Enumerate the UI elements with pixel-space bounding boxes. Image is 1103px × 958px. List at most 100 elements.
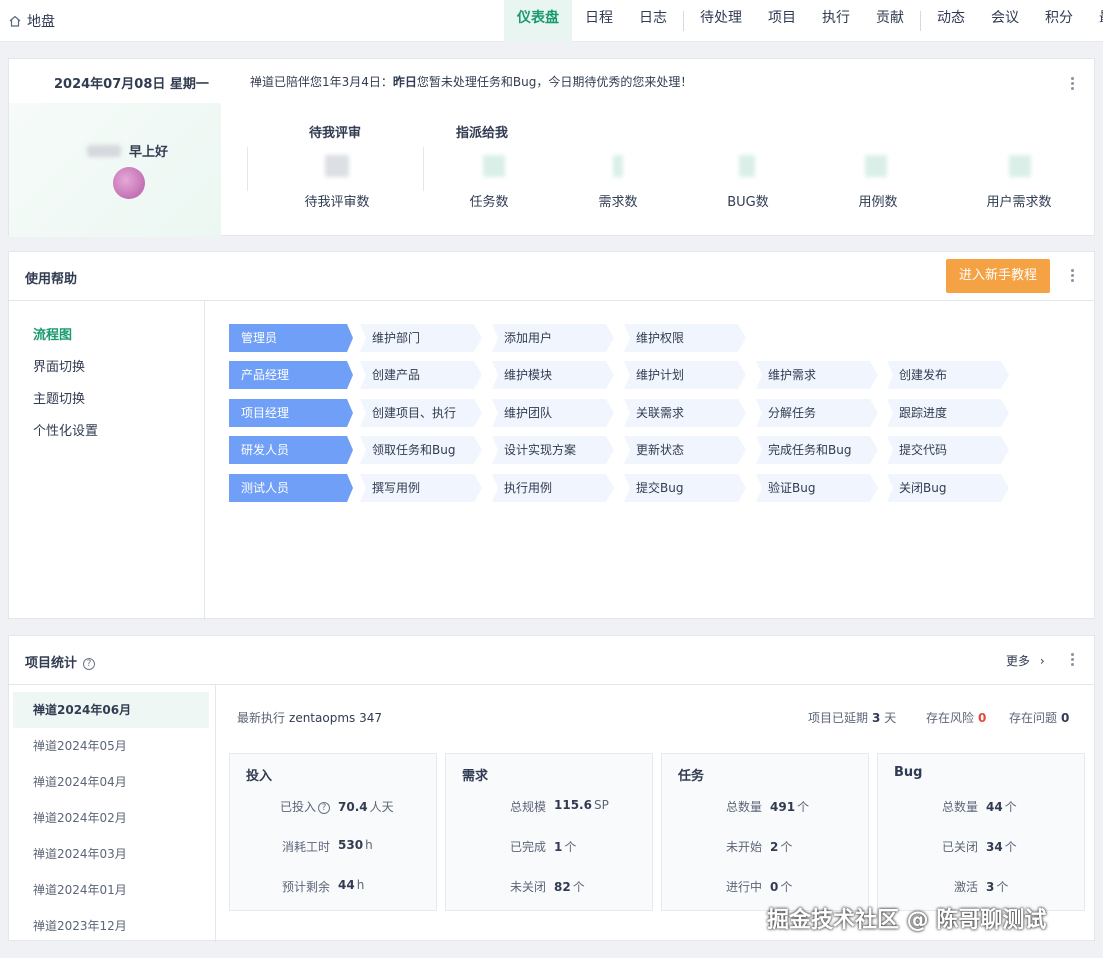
more-menu-icon[interactable] (1071, 653, 1075, 666)
flow-step[interactable]: 领取任务和Bug (360, 436, 482, 464)
nav-meeting[interactable]: 会议 (978, 0, 1032, 42)
card-row-label: 消耗工时 (281, 840, 330, 854)
tutorial-button[interactable]: 进入新手教程 (946, 259, 1050, 293)
top-bar: 地盘 仪表盘 日程 日志 待处理 项目 执行 贡献 动态 会议 积分 最 (0, 0, 1103, 42)
help-icon[interactable]: ? (83, 658, 96, 670)
flow-step[interactable]: 撰写用例 (360, 474, 482, 502)
task-card: 任务 总数量 491 个 未开始 2个 进行中 0个 (661, 753, 869, 911)
nav-dynamic[interactable]: 动态 (924, 0, 978, 42)
help-menu-ui-switch[interactable]: 界面切换 (33, 356, 85, 375)
flow-step[interactable]: 维护需求 (756, 361, 878, 389)
avatar[interactable] (113, 167, 145, 199)
flow-step[interactable]: 完成任务和Bug (756, 436, 878, 464)
project-item[interactable]: 禅道2024年04月 (13, 764, 209, 800)
card-title: Bug (894, 765, 923, 780)
greeting: 早上好 (87, 141, 168, 160)
project-item[interactable]: 禅道2024年01月 (13, 872, 209, 908)
user-name-blurred (87, 144, 121, 157)
flow-step[interactable]: 维护计划 (624, 361, 746, 389)
flow-step[interactable]: 提交Bug (624, 474, 746, 502)
flow-step[interactable]: 维护部门 (360, 324, 482, 352)
flow-step[interactable]: 更新状态 (624, 436, 746, 464)
flow-step[interactable]: 提交代码 (887, 436, 1009, 464)
help-title: 使用帮助 (25, 272, 78, 287)
project-item[interactable]: 禅道2023年12月 (13, 908, 209, 944)
nav-contribution[interactable]: 贡献 (863, 0, 917, 42)
card-row-label: 未开始 (725, 840, 762, 854)
card-row-label: 进行中 (725, 880, 762, 894)
project-list: 禅道2024年06月 禅道2024年05月 禅道2024年04月 禅道2024年… (9, 685, 216, 942)
help-menu-theme-switch[interactable]: 主题切换 (33, 388, 85, 407)
card-row-value: 530 h (338, 838, 373, 852)
greeting-text: 早上好 (129, 145, 169, 160)
home-label: 地盘 (27, 14, 55, 30)
stat-label-bug: BUG数 (727, 195, 769, 210)
assign-title: 指派给我 (456, 126, 509, 141)
chevron-right-icon: › (1039, 654, 1045, 668)
home-link[interactable]: 地盘 (8, 11, 55, 31)
bug-count-blurred[interactable] (739, 155, 755, 177)
flow-step[interactable]: 创建产品 (360, 361, 482, 389)
card-row-value: 0个 (770, 880, 793, 894)
project-item[interactable]: 禅道2024年03月 (13, 836, 209, 872)
issue-label: 存在问题 (1009, 711, 1058, 725)
nav-dashboard[interactable]: 仪表盘 (504, 0, 572, 42)
flow-step[interactable]: 维护团队 (492, 399, 614, 427)
latest-execution-link[interactable]: zentaopms 347 (289, 711, 382, 725)
flow-step[interactable]: 关联需求 (624, 399, 746, 427)
more-menu-icon[interactable] (1071, 77, 1075, 90)
card-row-label: 激活 (953, 880, 978, 894)
current-date: 2024年07月08日 星期一 (54, 77, 209, 92)
review-count-blurred[interactable] (325, 155, 349, 177)
card-row-value: 115.6 SP (554, 798, 609, 812)
nav-project[interactable]: 项目 (755, 0, 809, 42)
help-menu-flowchart[interactable]: 流程图 (33, 324, 72, 343)
flow-step[interactable]: 维护权限 (624, 324, 746, 352)
flow-step[interactable]: 跟踪进度 (887, 399, 1009, 427)
card-row-value: 2个 (770, 840, 793, 854)
case-count-blurred[interactable] (865, 155, 887, 177)
issue-value: 0 (1061, 711, 1070, 725)
bug-card: Bug 总数量 44 个 已关闭 34 个 激活 3个 (877, 753, 1085, 911)
divider (247, 147, 248, 191)
flow-step[interactable]: 验证Bug (756, 474, 878, 502)
nav-execution[interactable]: 执行 (809, 0, 863, 42)
flow-role[interactable]: 研发人员 (229, 436, 353, 464)
flow-step[interactable]: 执行用例 (492, 474, 614, 502)
flow-role[interactable]: 管理员 (229, 324, 353, 352)
help-menu-personalize[interactable]: 个性化设置 (33, 420, 98, 439)
nav-more-truncated[interactable]: 最 (1086, 0, 1103, 42)
flow-step[interactable]: 添加用户 (492, 324, 614, 352)
flow-role[interactable]: 测试人员 (229, 474, 353, 502)
flow-step[interactable]: 创建项目、执行 (360, 399, 482, 427)
nav-todo[interactable]: 待处理 (687, 0, 755, 42)
flow-step[interactable]: 关闭Bug (887, 474, 1009, 502)
more-link[interactable]: 更多 › (1006, 652, 1045, 669)
latest-execution-label: 最新执行 (237, 711, 286, 725)
project-item[interactable]: 禅道2024年05月 (13, 728, 209, 764)
card-title: 任务 (678, 769, 705, 784)
requirement-count-blurred[interactable] (1009, 155, 1031, 177)
project-item[interactable]: 禅道2024年06月 (13, 692, 209, 728)
more-menu-icon[interactable] (1071, 269, 1075, 282)
task-count-blurred[interactable] (483, 155, 505, 177)
welcome-panel: 2024年07月08日 星期一 禅道已陪伴您1年3月4日：昨日您暂未处理任务和B… (8, 58, 1095, 237)
card-row-value: 1个 (554, 840, 577, 854)
flow-step[interactable]: 维护模块 (492, 361, 614, 389)
card-row-label: 已投入? (280, 798, 330, 815)
help-icon[interactable]: ? (318, 802, 330, 814)
flow-step[interactable]: 设计实现方案 (492, 436, 614, 464)
issue-info: 存在问题 0 (1009, 709, 1069, 726)
flow-step[interactable]: 分解任务 (756, 399, 878, 427)
nav-score[interactable]: 积分 (1032, 0, 1086, 42)
card-row-label: 预计剩余 (281, 880, 330, 894)
story-count-blurred[interactable] (613, 155, 623, 177)
flow-role[interactable]: 项目经理 (229, 399, 353, 427)
flow-role[interactable]: 产品经理 (229, 361, 353, 389)
nav-log[interactable]: 日志 (626, 0, 680, 42)
nav-calendar[interactable]: 日程 (572, 0, 626, 42)
project-item[interactable]: 禅道2024年02月 (13, 800, 209, 836)
flow-step[interactable]: 创建发布 (887, 361, 1009, 389)
stat-label-review: 待我评审数 (304, 195, 370, 210)
welcome-user-area (9, 103, 221, 237)
